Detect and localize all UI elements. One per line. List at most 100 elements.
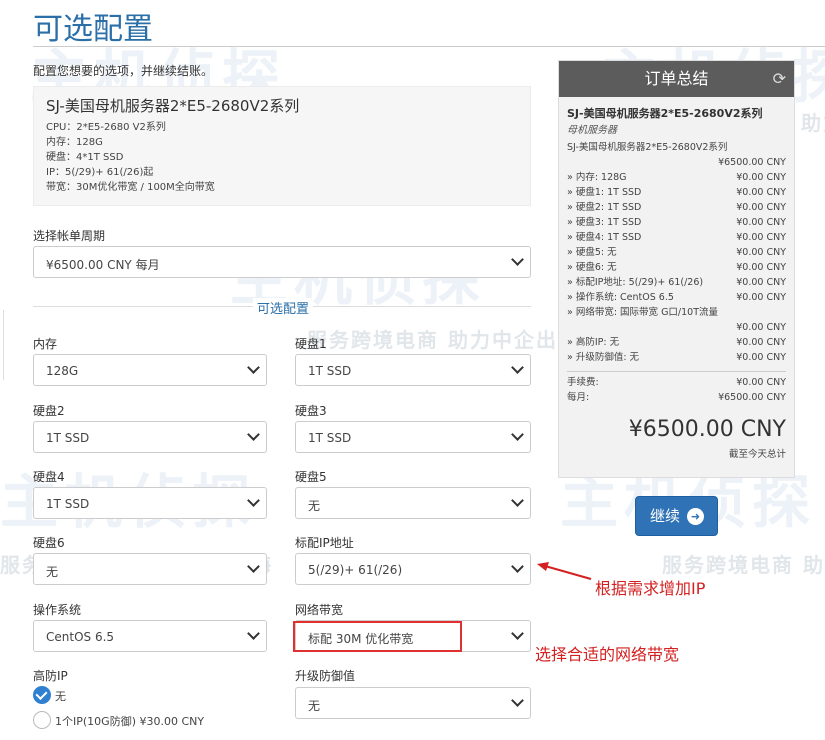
summary-item-label: » 硬盘2: 1T SSD [567,202,642,213]
disk2-select[interactable]: 1T SSD [33,421,267,453]
watermark-slogan: 服务跨境电商 助力中企出海 [307,328,580,352]
summary-item: » 操作系统: CentOS 6.5 ¥0.00 CNY [567,290,786,305]
chevron-down-icon [511,253,524,266]
ddos-ip-label: 高防IP [33,669,68,683]
disk4-label: 硬盘4 [33,470,65,484]
ip-annotation: 根据需求增加IP [595,579,706,598]
summary-item-label: » 网络带宽: 国际带宽 G口/10T流量 [567,307,719,318]
chevron-down-icon [247,627,260,640]
summary-item: » 硬盘3: 1T SSD ¥0.00 CNY [567,215,786,230]
summary-item-label: » 标配IP地址: 5(/29)+ 61(/26) [567,277,704,288]
watermark-slogan: 服务跨境电商 助力中企出海 [662,553,825,577]
billing-cycle-label: 选择帐单周期 [33,229,106,243]
chevron-down-icon [511,627,524,640]
disk5-label: 硬盘5 [295,470,327,484]
disk1-value: 1T SSD [308,364,352,378]
order-summary-header: 订单总结 ⟳ [559,61,794,97]
order-summary-body: SJ-美国母机服务器2*E5-2680V2系列 母机服务器 SJ-美国母机服务器… [559,97,794,460]
summary-item-label: » 硬盘1: 1T SSD [567,187,642,198]
upgrade-defense-select[interactable]: 无 [295,687,531,719]
chevron-down-icon [511,694,524,707]
left-edge-divider [0,310,4,380]
summary-item-value: ¥0.00 CNY [736,187,786,198]
upgrade-defense-value: 无 [308,699,321,713]
summary-item: » 硬盘1: 1T SSD ¥0.00 CNY [567,185,786,200]
summary-product-line-text: SJ-美国母机服务器2*E5-2680V2系列 [567,142,728,153]
summary-monthly: 每月: ¥6500.00 CNY [567,390,786,405]
summary-item-label: » 高防IP: 无 [567,337,620,348]
summary-item: » 硬盘5: 无 ¥0.00 CNY [567,245,786,260]
disk6-label: 硬盘6 [33,536,65,550]
os-select[interactable]: CentOS 6.5 [33,620,267,652]
order-summary-panel: 订单总结 ⟳ SJ-美国母机服务器2*E5-2680V2系列 母机服务器 SJ-… [558,60,795,478]
chevron-down-icon [247,428,260,441]
disk3-label: 硬盘3 [295,404,327,418]
summary-item: » 内存: 128G ¥0.00 CNY [567,170,786,185]
product-name: SJ-美国母机服务器2*E5-2680V2系列 [46,97,300,115]
summary-item-value: ¥0.00 CNY [736,172,786,183]
summary-item-value: ¥0.00 CNY [736,247,786,258]
disk4-select[interactable]: 1T SSD [33,487,267,519]
summary-item-value: ¥0.00 CNY [736,232,786,243]
summary-product-line: SJ-美国母机服务器2*E5-2680V2系列 [567,140,786,155]
disk1-select[interactable]: 1T SSD [295,354,531,386]
summary-item-value: ¥0.00 CNY [736,337,786,348]
summary-item-label: » 硬盘3: 1T SSD [567,217,642,228]
config-section-title: 可选配置 [253,298,314,317]
continue-button[interactable]: 继续 ➜ [635,496,718,536]
summary-item-value: ¥0.00 CNY [736,262,786,273]
summary-item: » 高防IP: 无 ¥0.00 CNY [567,335,786,350]
disk3-select[interactable]: 1T SSD [295,421,531,453]
summary-monthly-label: 每月: [567,392,590,403]
summary-item-value: ¥0.00 CNY [736,322,786,333]
summary-item-label: » 硬盘6: 无 [567,262,617,273]
ddos-ip-radio-none[interactable] [33,686,51,704]
refresh-icon[interactable]: ⟳ [773,61,786,97]
ddos-ip-option-1ip-label: 1个IP(10G防御) ¥30.00 CNY [55,715,205,728]
disk6-value: 无 [46,565,59,579]
ddos-ip-radio-1ip[interactable] [33,711,51,729]
summary-item-value: ¥0.00 CNY [736,202,786,213]
disk6-select[interactable]: 无 [33,553,267,585]
arrow-right-circle-icon: ➜ [687,508,704,525]
memory-select[interactable]: 128G [33,354,267,386]
disk1-label: 硬盘1 [295,337,327,351]
chevron-down-icon [511,494,524,507]
billing-cycle-select[interactable]: ¥6500.00 CNY 每月 [33,246,531,278]
page-title: 可选配置 [33,12,153,47]
memory-value: 128G [46,364,79,378]
summary-item: » 标配IP地址: 5(/29)+ 61(/26) ¥0.00 CNY [567,275,786,290]
ip-select[interactable]: 5(/29)+ 61(/26) [295,553,531,585]
title-divider [33,46,825,47]
ip-label: 标配IP地址 [295,536,354,550]
page-intro: 配置您想要的选项，并继续结账。 [33,64,214,78]
memory-label: 内存 [33,337,58,351]
product-spec-cpu: CPU：2*E5-2680 V2系列 [46,122,166,133]
continue-button-label: 继续 [650,507,681,525]
summary-total: ¥6500.00 CNY [628,417,786,442]
ddos-ip-option-none-label: 无 [55,690,66,703]
summary-due-today: 截至今天总计 [728,449,786,460]
summary-item-label: » 操作系统: CentOS 6.5 [567,292,674,303]
summary-product-group: 母机服务器 [567,125,617,136]
disk5-select[interactable]: 无 [295,487,531,519]
disk4-value: 1T SSD [46,497,90,511]
summary-setup-fee: 手续费: ¥0.00 CNY [567,375,786,390]
summary-item: » 升级防御值: 无 ¥0.00 CNY [567,350,786,365]
summary-item-value: ¥0.00 CNY [736,352,786,363]
product-spec-ip: IP：5(/29)+ 61(/26)起 [46,167,154,178]
chevron-down-icon [247,560,260,573]
summary-setup-value: ¥0.00 CNY [736,377,786,388]
os-label: 操作系统 [33,603,82,617]
chevron-down-icon [511,361,524,374]
bandwidth-annotation: 选择合适的网络带宽 [535,645,680,664]
summary-item-label: » 硬盘5: 无 [567,247,617,258]
os-value: CentOS 6.5 [46,630,115,644]
product-spec-bandwidth: 带宽：30M优化带宽 / 100M全向带宽 [46,182,215,193]
disk2-value: 1T SSD [46,431,90,445]
disk2-label: 硬盘2 [33,404,65,418]
summary-base-price: ¥6500.00 CNY [718,157,786,168]
bandwidth-highlight-box [293,621,462,652]
product-spec-disk: 硬盘：4*1T SSD [46,152,124,163]
chevron-down-icon [247,494,260,507]
